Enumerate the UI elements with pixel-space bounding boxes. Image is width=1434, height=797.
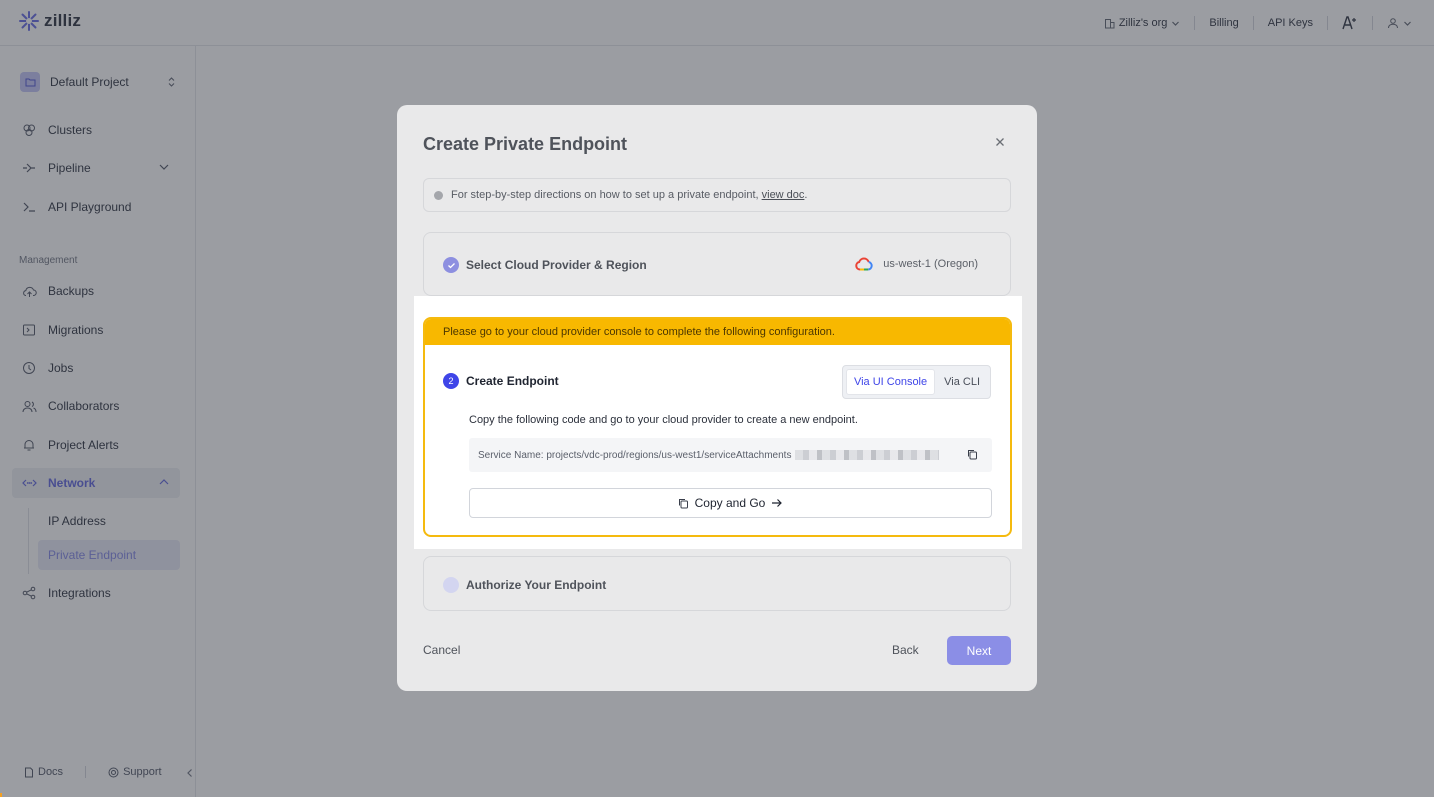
region-label: us-west-1 (Oregon) [883,258,978,270]
instruction-text: Copy the following code and go to your c… [469,414,858,426]
tab-via-ui-console[interactable]: Via UI Console [845,369,936,395]
service-name-text: Service Name: projects/vdc-prod/regions/… [478,449,792,461]
view-doc-link[interactable]: view doc [762,189,805,201]
close-icon[interactable] [993,135,1007,149]
info-banner: For step-by-step directions on how to se… [423,178,1011,212]
method-toggle: Via UI Console Via CLI [841,365,991,399]
step-select-cloud-provider[interactable]: Select Cloud Provider & Region us-west-1… [423,232,1011,296]
copy-and-go-label: Copy and Go [694,496,766,510]
info-text-end: . [804,189,808,201]
warning-banner: Please go to your cloud provider console… [425,319,1010,345]
check-icon [443,257,459,273]
step-title: Authorize Your Endpoint [466,578,607,592]
info-text: For step-by-step directions on how to se… [451,189,807,201]
step-authorize-endpoint: Authorize Your Endpoint [423,556,1011,611]
copy-icon [678,498,688,508]
step-title: Create Endpoint [466,374,559,388]
info-icon [434,190,443,200]
selected-region: us-west-1 (Oregon) [855,257,978,271]
copy-and-go-button[interactable]: Copy and Go [469,488,992,518]
copy-icon[interactable] [967,449,978,463]
dialog-title: Create Private Endpoint [423,134,628,154]
google-cloud-icon [855,257,873,271]
tab-via-cli[interactable]: Via CLI [937,369,987,395]
redacted-value [795,450,940,460]
info-text-body: For step-by-step directions on how to se… [451,189,759,201]
bottom-accent [0,793,2,797]
next-button[interactable]: Next [947,636,1011,665]
step-title: Select Cloud Provider & Region [466,258,647,272]
arrow-right-icon [772,499,783,507]
service-name-box: Service Name: projects/vdc-prod/regions/… [469,438,992,472]
back-button[interactable]: Back [892,643,919,657]
step-number-3 [443,577,459,593]
cancel-button[interactable]: Cancel [423,643,460,657]
step-number: 2 [443,373,459,389]
step-create-endpoint: Please go to your cloud provider console… [423,317,1012,537]
